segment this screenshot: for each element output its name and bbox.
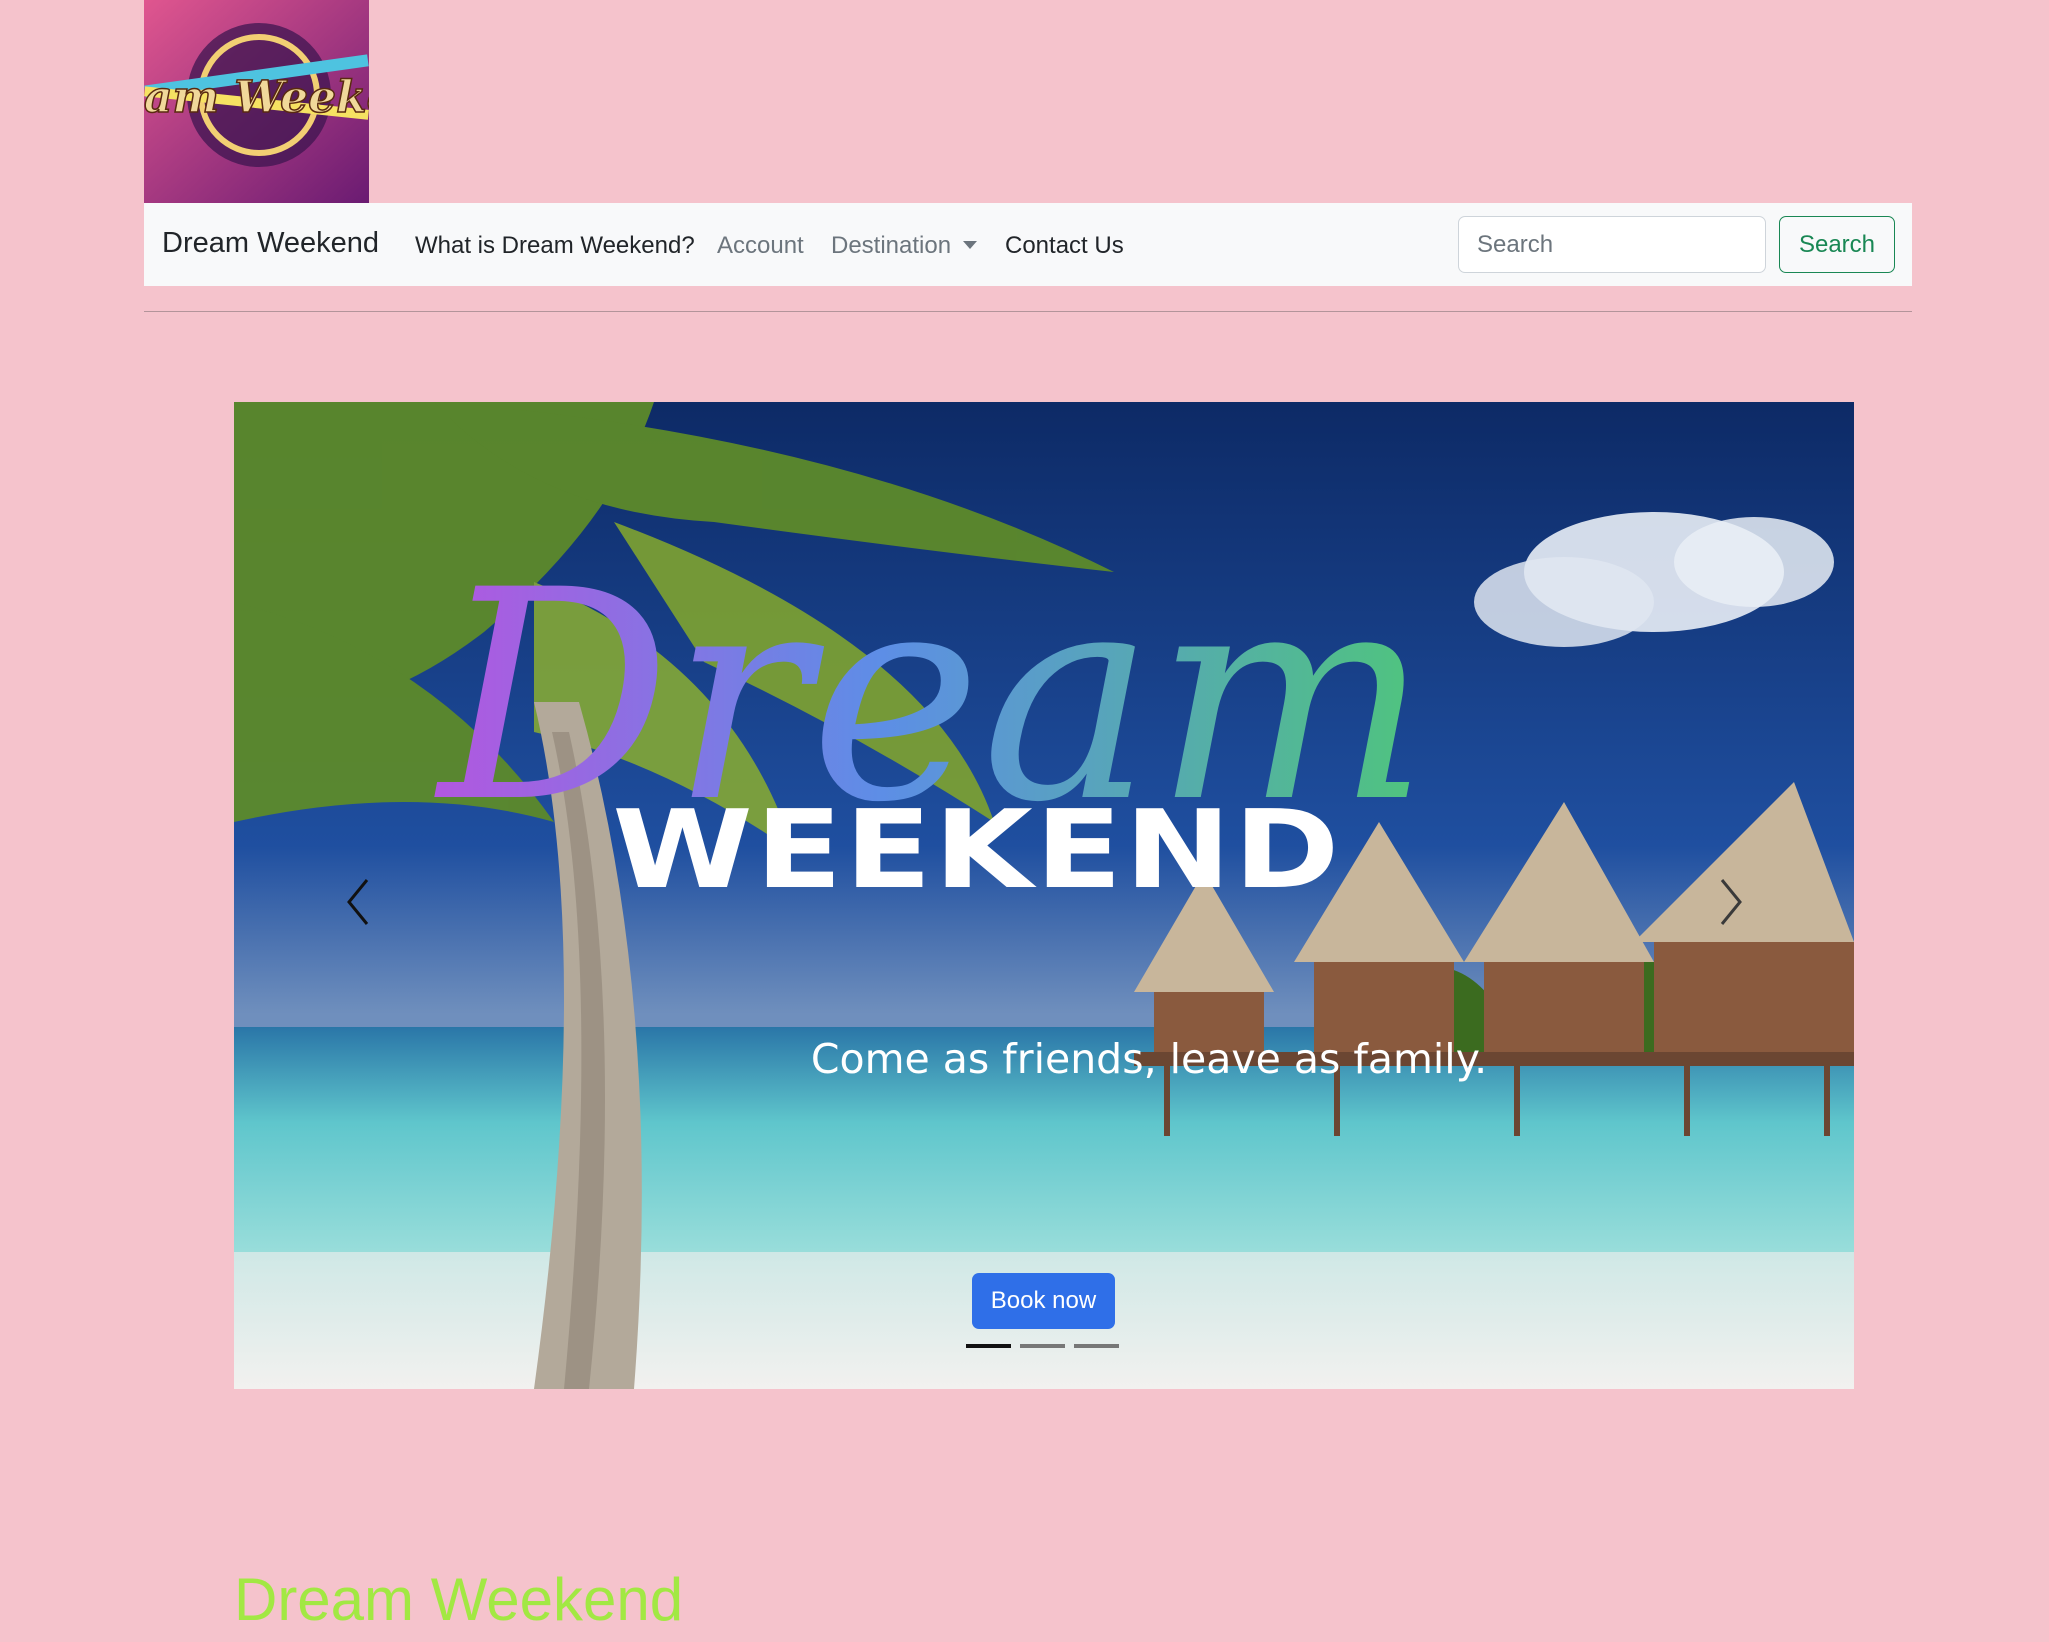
hero-carousel: Dream WEEKEND Come as friends, leave as … xyxy=(234,402,1854,1389)
nav-link-contact[interactable]: Contact Us xyxy=(1005,232,1124,260)
navbar-brand[interactable]: Dream Weekend xyxy=(162,227,379,260)
carousel-prev-button[interactable] xyxy=(339,872,379,932)
book-now-button[interactable]: Book now xyxy=(972,1273,1115,1329)
logo-text: Dream Weekend xyxy=(144,72,369,123)
nav-link-account[interactable]: Account xyxy=(717,232,804,260)
search-button[interactable]: Search xyxy=(1779,216,1895,273)
chevron-right-icon xyxy=(1720,879,1742,925)
carousel-indicators xyxy=(966,1344,1119,1348)
nav-link-destination-label: Destination xyxy=(831,232,952,259)
carousel-indicator-1[interactable] xyxy=(966,1344,1011,1348)
hero-block-title: WEEKEND xyxy=(612,788,1342,913)
navbar: Dream Weekend What is Dream Weekend? Acc… xyxy=(144,203,1912,286)
divider xyxy=(144,311,1912,312)
section-title: Dream Weekend xyxy=(234,1566,684,1633)
logo-graphic: Dream Weekend xyxy=(144,0,369,203)
carousel-indicator-2[interactable] xyxy=(1020,1344,1065,1348)
carousel-next-button[interactable] xyxy=(1710,872,1750,932)
carousel-indicator-3[interactable] xyxy=(1074,1344,1119,1348)
nav-link-what-is[interactable]: What is Dream Weekend? xyxy=(415,232,695,260)
site-logo[interactable]: Dream Weekend xyxy=(144,0,369,203)
dropdown-caret-icon xyxy=(963,241,978,249)
nav-link-destination[interactable]: Destination xyxy=(831,232,978,260)
hero-tagline: Come as friends, leave as family. xyxy=(810,1035,1488,1083)
search-input[interactable] xyxy=(1458,216,1766,273)
chevron-left-icon xyxy=(347,879,369,925)
